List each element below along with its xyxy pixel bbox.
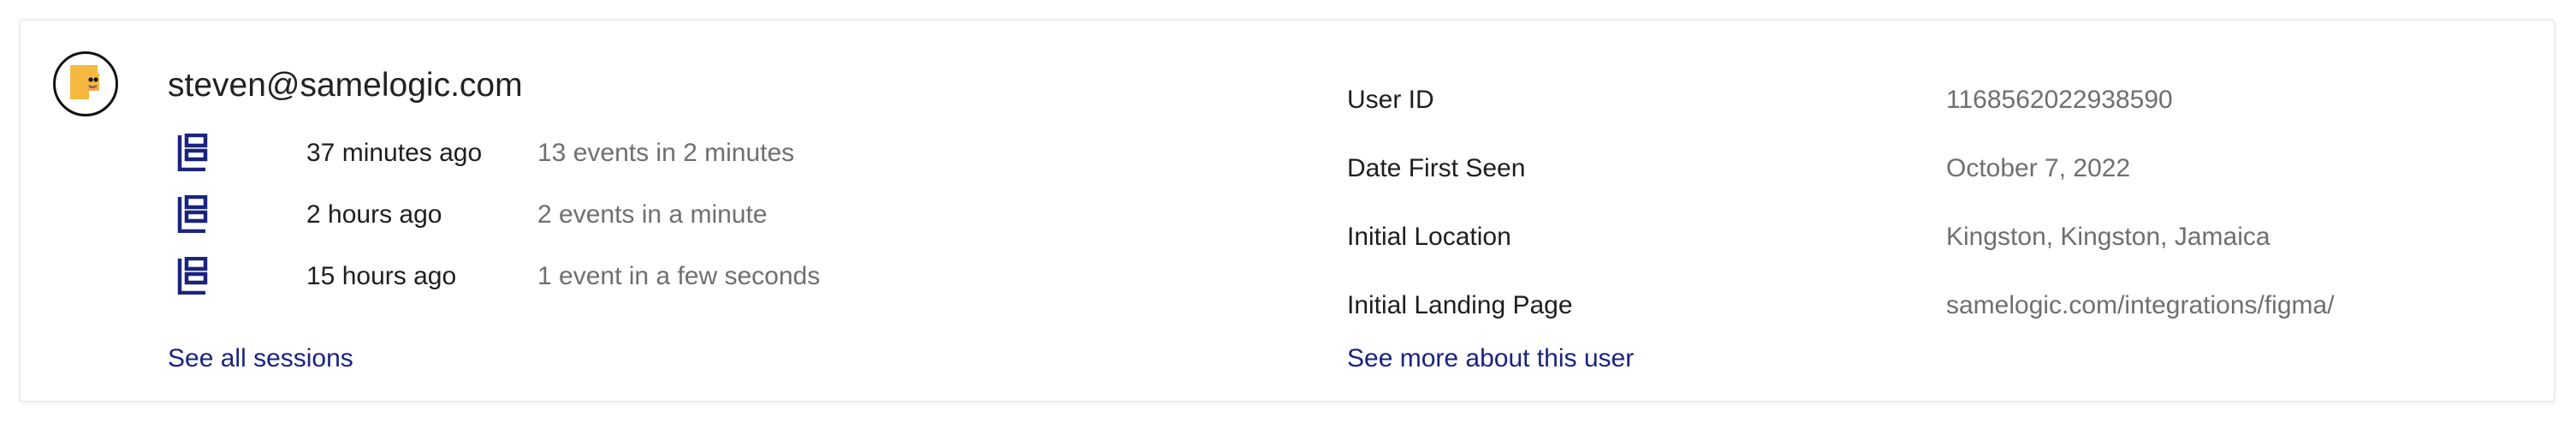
avatar-icon	[53, 51, 118, 116]
user-email: steven@samelogic.com	[168, 67, 523, 104]
info-label-initial-location: Initial Location	[1347, 223, 1511, 251]
session-summary: 2 events in a minute	[537, 200, 768, 229]
session-row[interactable]: 37 minutes ago 13 events in 2 minutes	[176, 127, 947, 178]
info-label-date-first-seen: Date First Seen	[1347, 154, 1526, 182]
session-summary: 1 event in a few seconds	[537, 262, 821, 290]
see-more-about-user-link[interactable]: See more about this user	[1347, 344, 1634, 373]
info-value-initial-landing-page: samelogic.com/integrations/figma/	[1946, 291, 2335, 319]
info-value-date-first-seen: October 7, 2022	[1946, 154, 2131, 182]
session-icon	[177, 195, 208, 233]
session-icon	[177, 257, 208, 295]
info-label-user-id: User ID	[1347, 86, 1434, 114]
session-row[interactable]: 15 hours ago 1 event in a few seconds	[176, 250, 947, 301]
info-label-initial-landing-page: Initial Landing Page	[1347, 291, 1573, 319]
session-time: 2 hours ago	[306, 200, 442, 229]
session-summary: 13 events in 2 minutes	[537, 139, 795, 167]
info-value-initial-location: Kingston, Kingston, Jamaica	[1946, 223, 2270, 251]
see-all-sessions-link[interactable]: See all sessions	[168, 344, 353, 373]
info-value-user-id: 1168562022938590	[1946, 86, 2173, 114]
session-row[interactable]: 2 hours ago 2 events in a minute	[176, 188, 947, 240]
session-time: 37 minutes ago	[306, 139, 483, 167]
session-time: 15 hours ago	[306, 262, 457, 290]
user-summary-card: steven@samelogic.com 37 minutes ago 13 e…	[19, 19, 2555, 402]
session-icon	[177, 134, 208, 171]
